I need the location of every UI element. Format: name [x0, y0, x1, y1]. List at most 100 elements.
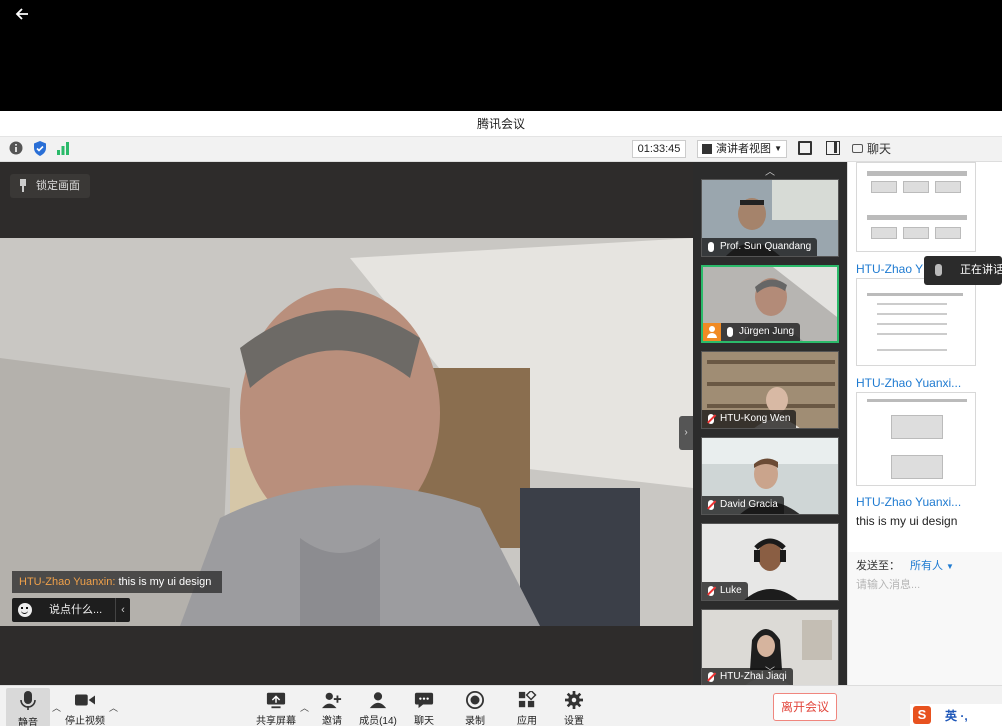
image-band [867, 215, 967, 220]
fullscreen-icon[interactable] [798, 141, 812, 155]
settings-button[interactable]: 设置 [547, 686, 601, 726]
record-button[interactable]: 录制 [448, 686, 502, 726]
chat-sender-name[interactable]: HTU-Zhao Y [856, 262, 923, 276]
mic-icon [708, 242, 714, 252]
image-band [877, 349, 947, 351]
participant-name: Luke [720, 585, 742, 596]
chevron-left-icon[interactable]: ‹ [115, 598, 130, 622]
mic-muted-icon [708, 586, 714, 596]
quick-message-box[interactable]: 说点什么... ‹ [12, 598, 130, 622]
layout-icon [702, 144, 712, 154]
participant-name-label: HTU-Kong Wen [702, 410, 797, 428]
microphone-icon [20, 691, 36, 710]
image-cell [891, 415, 943, 439]
chat-sender-name[interactable]: HTU-Zhao Yuanxi... [856, 376, 961, 390]
collapse-strip-handle[interactable]: › [679, 416, 693, 450]
view-mode-label: 演讲者视图 [716, 143, 771, 155]
ime-tray[interactable]: S 英 ·, [910, 704, 1002, 726]
image-band [867, 171, 967, 176]
mic-icon [727, 327, 733, 337]
message-input[interactable] [856, 577, 996, 593]
chat-bubble-overlay: HTU-Zhao Yuanxin: this is my ui design [12, 571, 222, 593]
send-to-label: 发送至： [856, 560, 900, 572]
ime-mode-label[interactable]: 英 ·, [945, 707, 968, 724]
meeting-timer: 01:33:45 [632, 140, 686, 158]
speaker-video [0, 238, 693, 626]
participant-tile-active[interactable]: Jürgen Jung [701, 265, 839, 343]
chevron-down-icon[interactable]: ▼ [946, 562, 954, 571]
participant-tile[interactable]: Prof. Sun Quandang [701, 179, 839, 257]
leave-meeting-button[interactable]: 离开会议 [773, 693, 837, 721]
chevron-up-icon[interactable]: ︿ [763, 163, 777, 178]
image-band [867, 399, 967, 402]
quick-message-placeholder[interactable]: 说点什么... [49, 598, 102, 622]
apps-button[interactable]: 应用 [500, 686, 554, 726]
back-arrow-icon[interactable] [14, 6, 36, 28]
lock-screen-button[interactable]: 锁定画面 [10, 174, 90, 198]
participant-tile[interactable]: HTU-Kong Wen [701, 351, 839, 429]
main-video-stage: 锁定画面 HTU-Zhao Yuanxin: this is my ui des… [0, 162, 693, 685]
emoji-icon[interactable] [18, 603, 32, 617]
apps-grid-icon [518, 691, 537, 708]
chat-message-text: this is my ui design [856, 514, 958, 528]
meeting-toolbar: 01:33:45 演讲者视图 ▼ [0, 137, 847, 162]
settings-label: 设置 [564, 716, 584, 726]
send-to-target[interactable]: 所有人 [910, 560, 943, 572]
chevron-up-icon[interactable]: ︿ [109, 701, 118, 713]
view-mode-dropdown[interactable]: 演讲者视图 ▼ [697, 140, 787, 158]
participant-name: Prof. Sun Quandang [720, 241, 812, 252]
window-title: 腾讯会议 [0, 111, 1002, 137]
chevron-down-icon[interactable]: ﹀ [763, 663, 777, 678]
chat-panel-header: 聊天 [847, 137, 1002, 162]
mic-icon [935, 264, 942, 276]
sidebar-toggle-icon[interactable] [826, 141, 840, 155]
share-screen-label: 共享屏幕 [256, 716, 296, 726]
pin-icon [20, 179, 26, 192]
bottom-controls: 静音 ︿ 停止视频 ︿ 共享屏幕 ︿ 邀请 成员(14) 聊天 录制 应用 设置… [0, 685, 1002, 726]
participant-name-label: Luke [702, 582, 748, 600]
security-shield-icon[interactable] [33, 141, 49, 157]
participant-name: David Gracia [720, 499, 778, 510]
image-band [867, 293, 963, 296]
chat-label: 聊天 [414, 716, 434, 726]
info-icon[interactable] [9, 141, 25, 157]
stop-video-label: 停止视频 [65, 716, 105, 726]
participant-name: HTU-Kong Wen [720, 413, 791, 424]
image-cell [871, 227, 897, 239]
image-cell [871, 181, 897, 193]
image-cell [891, 455, 943, 479]
mute-label: 静音 [18, 718, 38, 726]
host-icon [703, 323, 721, 341]
chat-sender-name[interactable]: HTU-Zhao Yuanxi... [856, 495, 961, 509]
send-to-selector[interactable]: 发送至： 所有人 ▼ [856, 557, 954, 573]
participant-tile[interactable]: Luke [701, 523, 839, 601]
gear-icon [565, 691, 583, 709]
chat-image-attachment[interactable] [856, 278, 976, 366]
speaking-label: 正在讲话: [960, 264, 1002, 276]
chat-image-attachment[interactable] [856, 392, 976, 486]
image-cell [935, 227, 961, 239]
chat-button[interactable]: 聊天 [397, 686, 451, 726]
participant-name-label: HTU-Zhai Jiaqi [702, 668, 793, 686]
video-camera-icon [75, 694, 95, 706]
overlay-sender: HTU-Zhao Yuanxin: [19, 576, 116, 588]
chat-image-attachment[interactable] [856, 162, 976, 252]
image-band [877, 323, 947, 325]
screen-share-icon [266, 692, 286, 709]
participant-name: Jürgen Jung [739, 326, 795, 337]
share-screen-button[interactable]: 共享屏幕 [249, 686, 303, 726]
signal-strength-icon[interactable] [56, 141, 72, 157]
mic-muted-icon [708, 414, 714, 424]
participant-tile[interactable]: David Gracia [701, 437, 839, 515]
stop-video-button[interactable]: 停止视频 [58, 686, 112, 726]
image-band [877, 313, 947, 315]
mic-muted-icon [708, 500, 714, 510]
speaker-video-frame [0, 238, 693, 626]
chevron-down-icon: ▼ [774, 144, 782, 153]
participant-name-label: Jürgen Jung [721, 323, 801, 341]
sogou-ime-icon[interactable]: S [913, 706, 931, 724]
mute-button[interactable]: 静音 [6, 688, 50, 726]
participant-name-label: Prof. Sun Quandang [702, 238, 818, 256]
participant-name-label: David Gracia [702, 496, 784, 514]
overlay-message: this is my ui design [115, 576, 212, 588]
